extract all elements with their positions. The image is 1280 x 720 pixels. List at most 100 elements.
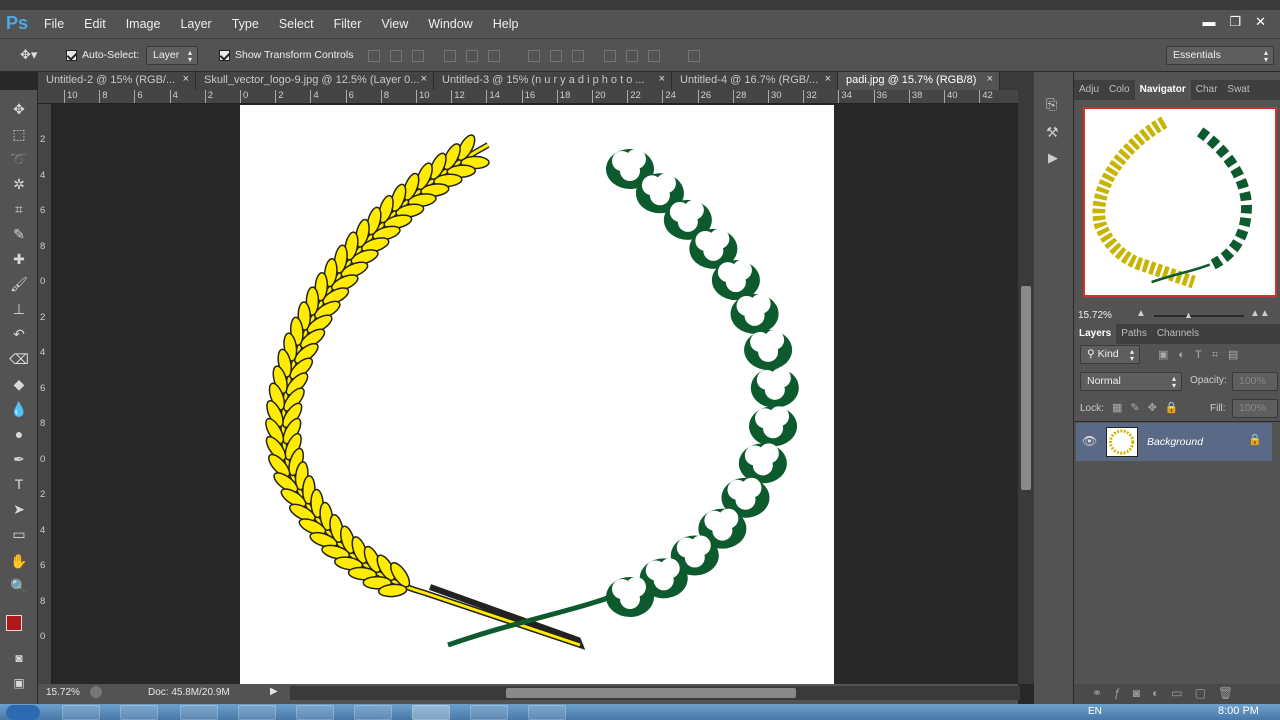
hand-tool-icon[interactable]: ✋ <box>8 550 30 572</box>
navigator-zoom-slider[interactable] <box>1154 315 1244 317</box>
menu-view[interactable]: View <box>381 17 408 31</box>
align-top-icon[interactable] <box>368 50 380 62</box>
photoshop-taskbar-icon[interactable] <box>412 705 450 720</box>
tab-untitled-2[interactable]: Untitled-2 @ 15% (RGB/... × <box>38 72 196 90</box>
vertical-scroll-thumb[interactable] <box>1021 286 1031 490</box>
vertical-ruler[interactable]: 2 4 6 8 0 2 4 6 8 0 2 4 6 8 0 <box>38 104 52 684</box>
explorer-icon[interactable] <box>120 705 158 720</box>
ie-icon[interactable] <box>180 705 218 720</box>
zoom-slider-handle[interactable]: ▲ <box>1184 310 1193 320</box>
tab-swatches[interactable]: Swat <box>1222 80 1254 100</box>
foreground-color-swatch[interactable] <box>6 615 22 631</box>
distribute-left-icon[interactable] <box>604 50 616 62</box>
tab-untitled-4[interactable]: Untitled-4 @ 16.7% (RGB/... × <box>672 72 838 90</box>
document-canvas[interactable] <box>240 105 834 684</box>
tab-paths[interactable]: Paths <box>1116 324 1152 344</box>
distribute-top-icon[interactable] <box>528 50 540 62</box>
auto-select-checkbox[interactable] <box>66 49 77 61</box>
tab-adjustments[interactable]: Adju <box>1074 80 1104 100</box>
align-right-icon[interactable] <box>488 50 500 62</box>
dodge-tool-icon[interactable]: ● <box>8 423 30 445</box>
blend-mode-dropdown[interactable]: Normal ▴ ▾ <box>1080 372 1182 391</box>
auto-select-dropdown[interactable]: Layer ▴ ▾ <box>146 46 198 65</box>
tool-presets-icon[interactable]: ⚒ <box>1046 124 1059 141</box>
visibility-eye-icon[interactable]: 👁 <box>1082 434 1097 448</box>
tab-untitled-3[interactable]: Untitled-3 @ 15% (n u r y a d i p h o t … <box>434 72 672 90</box>
movie-maker-icon[interactable] <box>296 705 334 720</box>
history-panel-icon[interactable]: ⎘ <box>1046 96 1057 113</box>
vertical-scrollbar[interactable] <box>1018 90 1034 684</box>
zoom-in-icon[interactable]: ▲▲ <box>1250 308 1270 319</box>
magic-wand-icon[interactable]: ✲ <box>8 173 30 195</box>
move-tool-preset-icon[interactable]: ✥▾ <box>20 47 37 63</box>
close-tab-icon[interactable]: × <box>183 73 189 85</box>
zoom-level[interactable]: 15.72% <box>46 687 80 698</box>
layer-filter-dropdown[interactable]: ⚲ Kind ▴ ▾ <box>1080 345 1140 364</box>
restore-icon[interactable]: ❐ <box>1229 14 1241 30</box>
layer-filter-icons[interactable]: ▣◐T⌗▤ <box>1158 348 1248 362</box>
marquee-tool-icon[interactable]: ⬚ <box>8 123 30 145</box>
menu-select[interactable]: Select <box>279 17 314 31</box>
menu-window[interactable]: Window <box>428 17 472 31</box>
media-player-icon[interactable] <box>238 705 276 720</box>
app-taskbar-icon[interactable] <box>470 705 508 720</box>
horizontal-scroll-thumb[interactable] <box>506 688 796 698</box>
healing-brush-icon[interactable]: ✚ <box>8 248 30 270</box>
navigator-preview[interactable] <box>1083 107 1277 297</box>
close-tab-icon[interactable]: × <box>987 73 993 85</box>
close-tab-icon[interactable]: × <box>421 73 427 85</box>
distribute-right-icon[interactable] <box>648 50 660 62</box>
brush-tool-icon[interactable]: 🖌 <box>8 273 30 295</box>
eraser-tool-icon[interactable]: ⌫ <box>8 348 30 370</box>
path-selection-icon[interactable]: ➤ <box>8 498 30 520</box>
tab-skull-vector[interactable]: Skull_vector_logo-9.jpg @ 12.5% (Layer 0… <box>196 72 434 90</box>
zoom-out-icon[interactable]: ▲ <box>1136 308 1146 319</box>
move-tool-icon[interactable]: ✥ <box>8 98 30 120</box>
tab-navigator[interactable]: Navigator <box>1134 80 1191 100</box>
tab-channels[interactable]: Channels <box>1152 324 1204 344</box>
start-button-icon[interactable] <box>6 705 40 720</box>
distribute-bottom-icon[interactable] <box>572 50 584 62</box>
actions-play-icon[interactable]: ▶ <box>1048 150 1058 166</box>
paint-bucket-icon[interactable]: ◆ <box>8 373 30 395</box>
align-bottom-icon[interactable] <box>412 50 424 62</box>
align-vcenter-icon[interactable] <box>390 50 402 62</box>
crop-tool-icon[interactable]: ⌗ <box>8 198 30 220</box>
paint-icon[interactable] <box>354 705 392 720</box>
distribute-hcenter-icon[interactable] <box>626 50 638 62</box>
eyedropper-tool-icon[interactable]: ✎ <box>8 223 30 245</box>
auto-align-icon[interactable] <box>688 50 700 62</box>
screen-mode-icon[interactable]: ▣ <box>8 672 30 694</box>
quick-mask-icon[interactable]: ◙ <box>8 647 30 669</box>
menu-filter[interactable]: Filter <box>334 17 362 31</box>
minimize-icon[interactable]: ▬ <box>1202 14 1215 30</box>
rectangle-tool-icon[interactable]: ▭ <box>8 523 30 545</box>
history-brush-icon[interactable]: ↶ <box>8 323 30 345</box>
menu-help[interactable]: Help <box>493 17 519 31</box>
fill-field[interactable]: 100% <box>1232 399 1278 418</box>
workspace-dropdown[interactable]: Essentials ▴ ▾ <box>1166 46 1274 65</box>
layer-name[interactable]: Background <box>1147 436 1203 448</box>
type-tool-icon[interactable]: T <box>8 473 30 495</box>
layer-actions-icons[interactable]: ⚭ƒ◙◐▭▢🗑 <box>1092 686 1245 700</box>
menu-type[interactable]: Type <box>232 17 259 31</box>
distribute-vcenter-icon[interactable] <box>550 50 562 62</box>
lasso-tool-icon[interactable]: ➰ <box>8 148 30 170</box>
close-tab-icon[interactable]: × <box>825 73 831 85</box>
language-indicator[interactable]: EN <box>1088 706 1102 717</box>
clock[interactable]: 8:00 PM <box>1218 705 1259 717</box>
pen-tool-icon[interactable]: ✒ <box>8 448 30 470</box>
menu-image[interactable]: Image <box>126 17 161 31</box>
menu-file[interactable]: File <box>44 17 64 31</box>
menu-layer[interactable]: Layer <box>180 17 211 31</box>
doc-info-icon[interactable] <box>90 686 102 698</box>
blur-tool-icon[interactable]: 💧 <box>8 398 30 420</box>
close-icon[interactable]: ✕ <box>1255 14 1266 30</box>
app-taskbar-icon-2[interactable] <box>528 705 566 720</box>
tab-padi[interactable]: padi.jpg @ 15.7% (RGB/8) × <box>838 72 1000 90</box>
menu-edit[interactable]: Edit <box>84 17 106 31</box>
layer-row-background[interactable]: 👁 Background 🔒 <box>1076 423 1272 461</box>
close-tab-icon[interactable]: × <box>659 73 665 85</box>
tab-color[interactable]: Colo <box>1104 80 1135 100</box>
tab-layers[interactable]: Layers <box>1074 324 1117 344</box>
